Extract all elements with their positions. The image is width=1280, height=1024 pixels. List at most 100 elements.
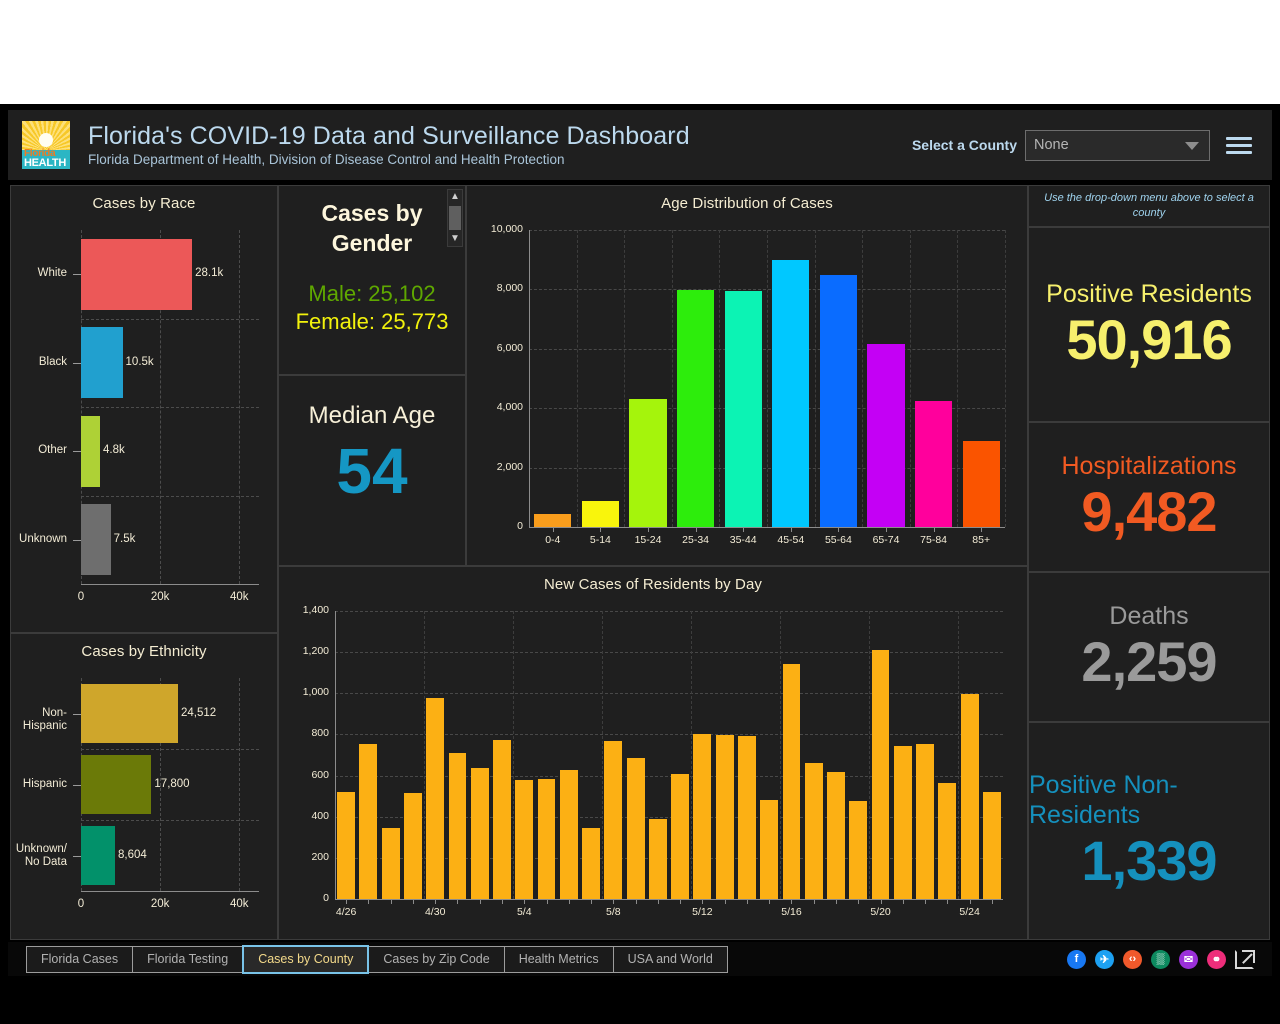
bar-unknown-no-data[interactable] (81, 826, 116, 885)
bar-hispanic[interactable] (81, 755, 152, 814)
bar-4-30[interactable] (426, 697, 445, 899)
category-label: Unknown/ No Data (15, 842, 67, 868)
bar-5-12[interactable] (693, 734, 712, 899)
bar-35-44[interactable] (724, 290, 762, 527)
bar-5-20[interactable] (871, 650, 890, 899)
x-axis-tick (702, 900, 704, 904)
tab-florida-cases[interactable]: Florida Cases (26, 945, 134, 973)
bar-5-1[interactable] (448, 753, 467, 899)
bar-5-11[interactable] (671, 773, 690, 899)
bar-4-29[interactable] (404, 793, 422, 899)
gridline-vertical (691, 611, 693, 899)
gridline-vertical (513, 611, 515, 899)
tab-health-metrics[interactable]: Health Metrics (503, 945, 614, 973)
county-select-value: None (1034, 137, 1069, 153)
bar-5-3[interactable] (493, 739, 511, 899)
bar-85-[interactable] (962, 440, 1000, 527)
external-link-icon[interactable] (1235, 949, 1255, 969)
bar-0-4[interactable] (534, 514, 572, 527)
hamburger-bar-1 (1226, 136, 1252, 140)
x-axis-tick (412, 900, 414, 904)
email-icon[interactable]: ✉ (1179, 949, 1198, 969)
bar-15-24[interactable] (629, 399, 667, 527)
facebook-icon[interactable]: f (1067, 949, 1086, 969)
cases-by-gender-title: Cases by Gender (321, 200, 423, 256)
panel-hospitalizations: Hospitalizations 9,482 (1028, 422, 1270, 572)
x-axis-tick (933, 528, 935, 532)
hamburger-menu-icon[interactable] (1226, 133, 1252, 158)
tab-usa-and-world[interactable]: USA and World (612, 945, 728, 973)
tab-florida-testing[interactable]: Florida Testing (132, 945, 244, 973)
county-select-dropdown[interactable]: None (1025, 129, 1210, 161)
bar-5-17[interactable] (804, 763, 823, 899)
bar-5-19[interactable] (849, 800, 868, 899)
tab-cases-by-county[interactable]: Cases by County (242, 944, 370, 974)
x-axis-tick-label: 65-74 (872, 534, 900, 546)
bar-5-13[interactable] (715, 735, 734, 899)
bar-25-34[interactable] (677, 289, 715, 527)
x-axis-tick (695, 528, 697, 532)
bar-white[interactable] (81, 238, 193, 310)
qr-code-icon[interactable]: ▒ (1151, 949, 1170, 969)
bar-5-23[interactable] (938, 782, 957, 899)
y-axis-tick-label: 800 (311, 727, 329, 740)
y-axis-tick (73, 451, 81, 453)
bar-5-16[interactable] (782, 663, 801, 899)
bar-5-15[interactable] (760, 799, 779, 899)
panel-new-cases-by-day: New Cases of Residents by Day 0 200 400 600… (278, 566, 1028, 940)
bar-5-7[interactable] (582, 828, 600, 899)
metric-value-hospitalizations: 9,482 (1081, 480, 1217, 543)
twitter-icon[interactable]: ✈ (1095, 949, 1114, 969)
scrollbar-thumb[interactable] (449, 206, 461, 230)
gridline-vertical (424, 611, 426, 899)
x-axis-tick-label: 5/8 (606, 906, 621, 918)
embed-code-icon[interactable]: ‹› (1123, 949, 1142, 969)
bar-4-26[interactable] (337, 792, 356, 899)
bar-4-27[interactable] (359, 743, 378, 899)
y-axis-tick (73, 539, 81, 541)
metric-value-deaths: 2,259 (1081, 630, 1217, 693)
bar-5-5[interactable] (537, 779, 556, 899)
x-axis-tick (591, 900, 593, 904)
bar-5-21[interactable] (893, 746, 912, 899)
gridline-horizontal (81, 495, 259, 497)
bar-5-25[interactable] (982, 792, 1001, 899)
bar-5-6[interactable] (559, 769, 578, 899)
scroll-up-icon[interactable]: ▲ (448, 190, 462, 204)
bar-4-28[interactable] (381, 828, 400, 899)
bar-55-64[interactable] (819, 274, 857, 527)
tab-cases-by-zip-code[interactable]: Cases by Zip Code (368, 945, 505, 973)
bar-5-14[interactable] (581, 501, 619, 527)
gender-panel-scrollbar[interactable]: ▲ ▼ (447, 189, 463, 247)
y-axis-tick-label: 600 (311, 768, 329, 781)
scroll-down-icon[interactable]: ▼ (448, 232, 462, 246)
panel-positive-residents: Positive Residents 50,916 (1028, 227, 1270, 422)
bar-black[interactable] (81, 327, 123, 399)
bar-5-22[interactable] (916, 743, 934, 899)
y-axis-tick (73, 855, 81, 857)
metric-deaths: Deaths 2,259 (1029, 573, 1269, 721)
bar-5-4[interactable] (515, 779, 534, 899)
link-icon[interactable]: ⚭ (1207, 949, 1226, 969)
bar-5-10[interactable] (648, 818, 667, 899)
x-axis-tick (791, 900, 793, 904)
bar-5-18[interactable] (827, 772, 845, 899)
bar-5-2[interactable] (470, 768, 489, 899)
chart-age-distribution: 0 2,000 4,000 6,000 8,000 10,000 0-4 5-14 15-24 2… (467, 212, 1027, 561)
bar-value-label: 10.5k (125, 355, 154, 368)
bar-5-8[interactable] (604, 740, 623, 899)
x-axis-tick-label: 55-64 (824, 534, 852, 546)
bar-5-24[interactable] (960, 693, 979, 899)
x-axis-tick (769, 900, 771, 904)
bar-non-hispanic[interactable] (81, 684, 178, 743)
bar-75-84[interactable] (915, 400, 953, 527)
bar-other[interactable] (81, 415, 100, 487)
bar-5-14[interactable] (738, 736, 756, 899)
bar-45-54[interactable] (772, 259, 810, 527)
dashboard-footer: Florida Cases Florida Testing Cases by Cou… (8, 942, 1272, 976)
bar-value-label: 7.5k (113, 532, 136, 545)
bar-65-74[interactable] (867, 344, 905, 527)
gridline-vertical (862, 230, 864, 527)
bar-unknown[interactable] (81, 504, 111, 576)
bar-5-9[interactable] (626, 758, 645, 899)
